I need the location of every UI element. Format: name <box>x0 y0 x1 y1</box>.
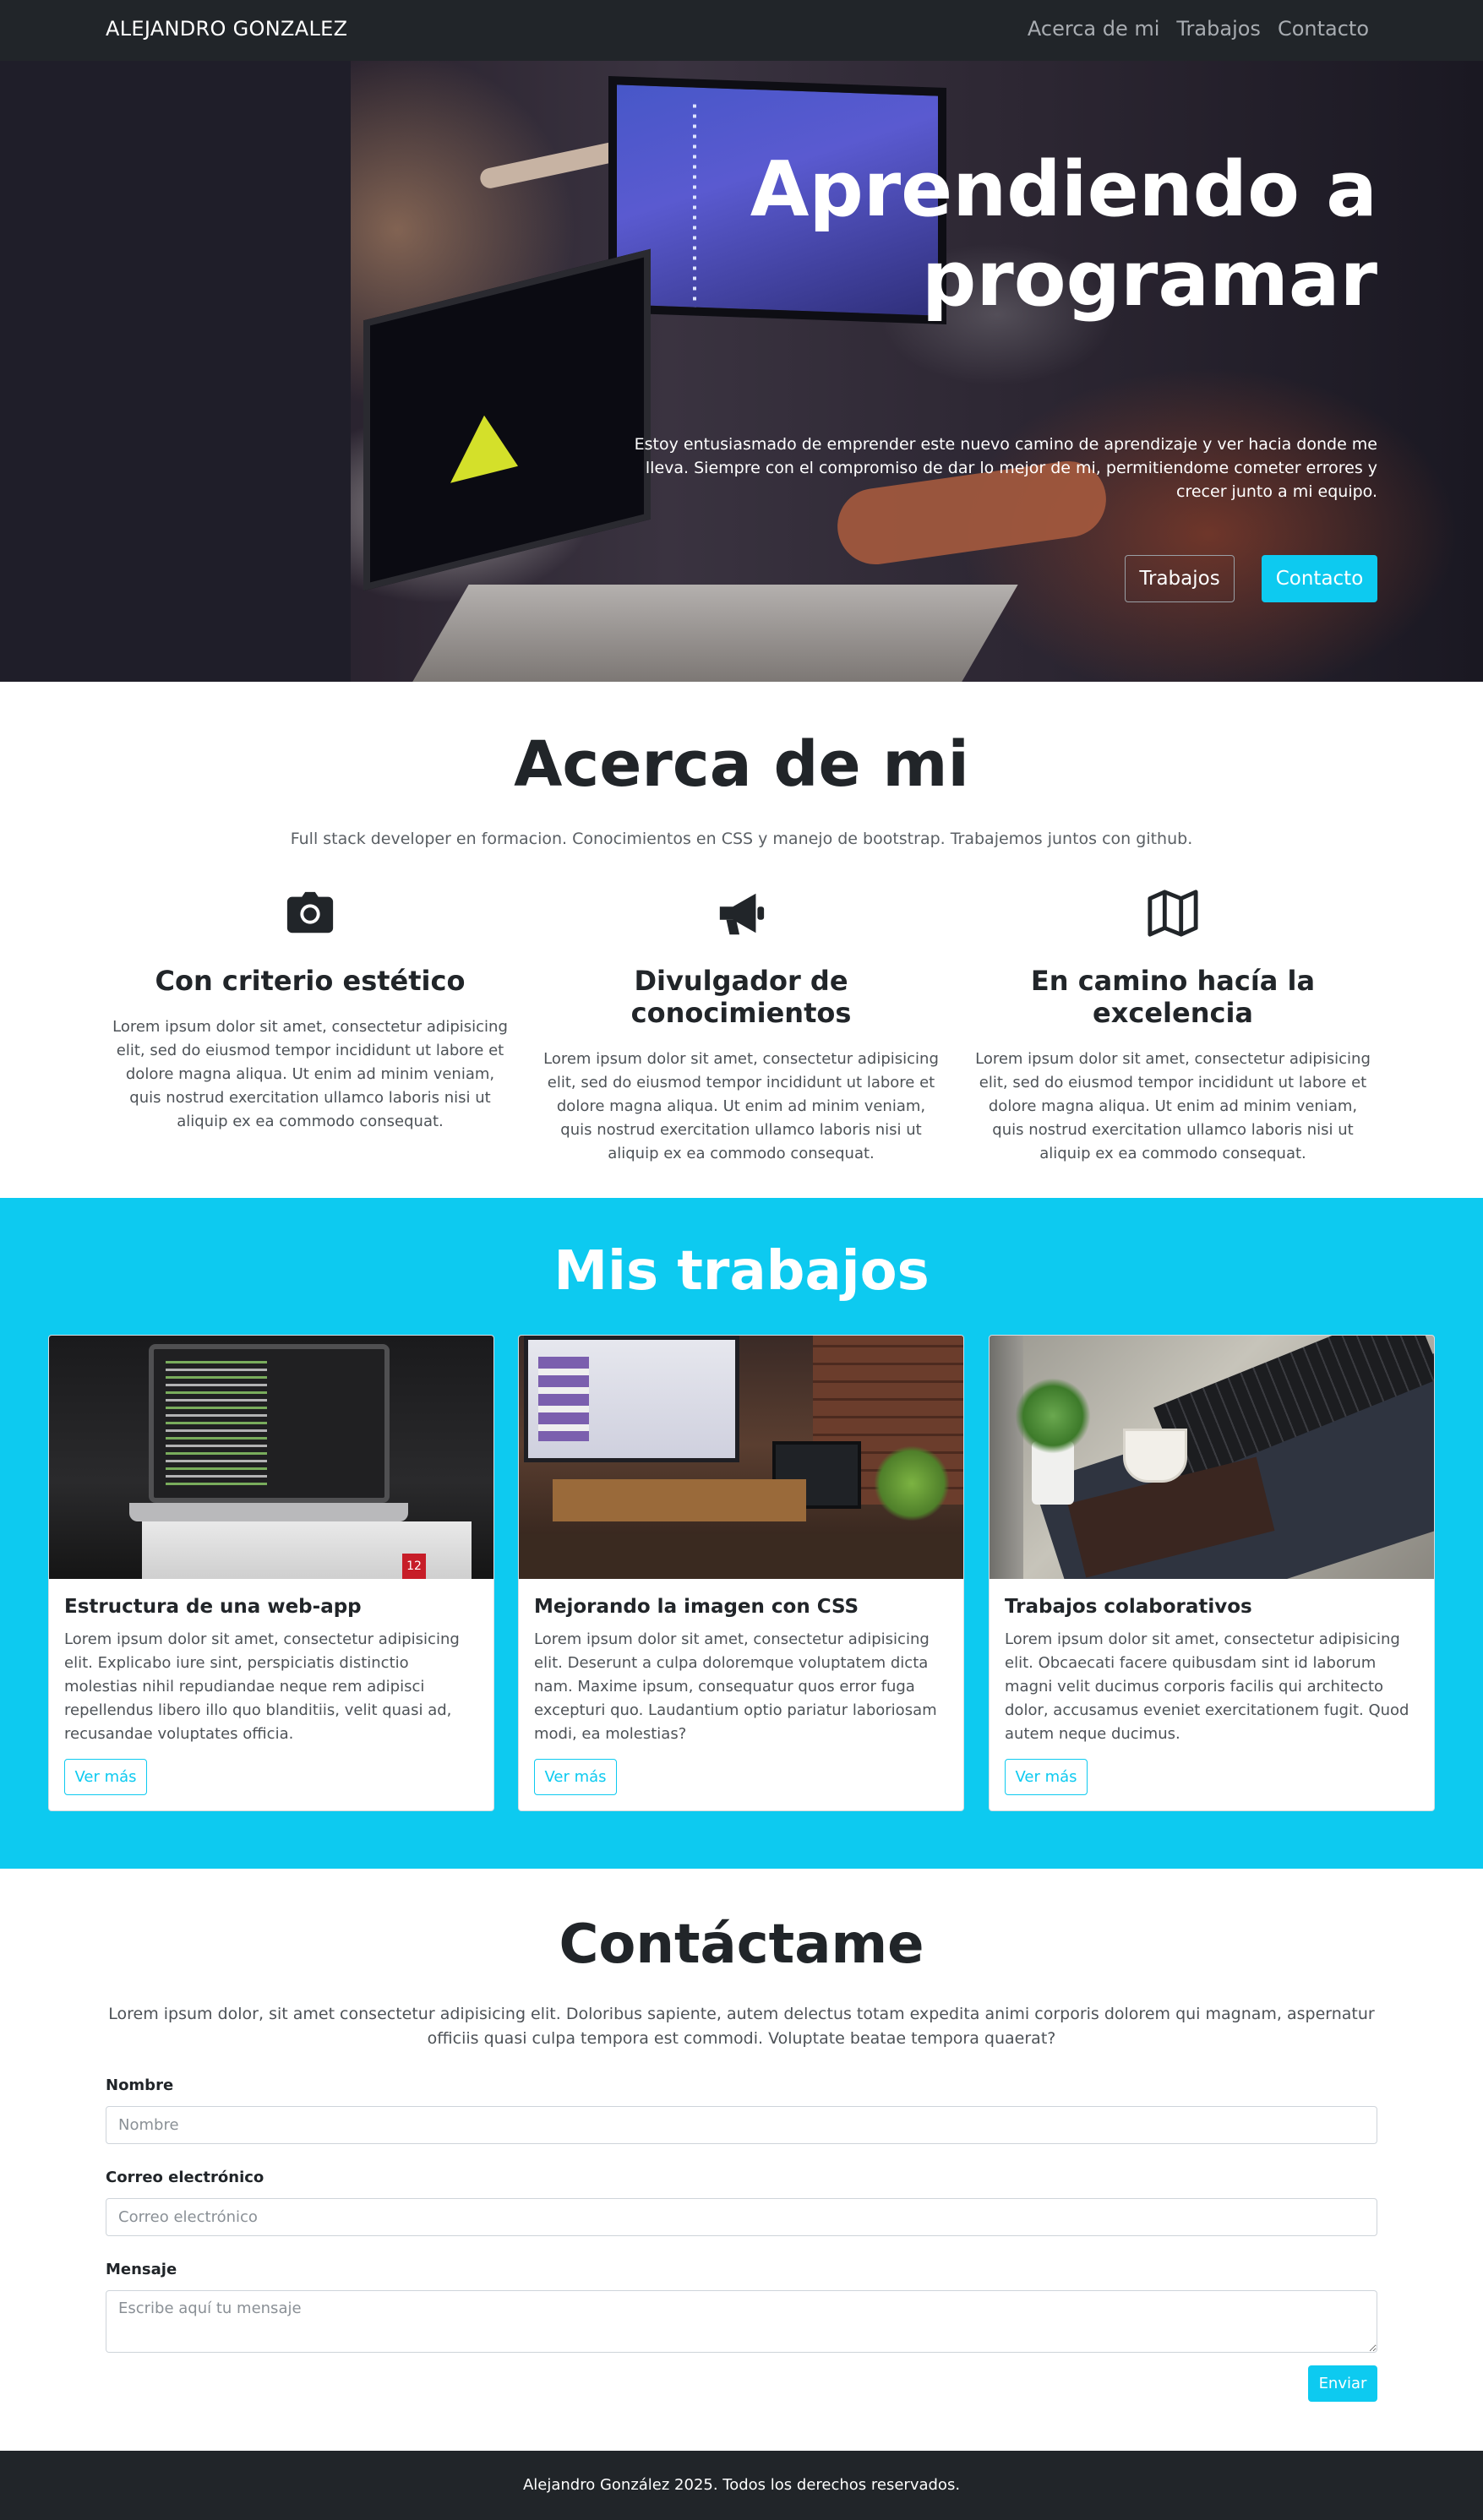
name-label: Nombre <box>106 2076 174 2094</box>
image-tag: 12 <box>402 1554 426 1579</box>
name-input[interactable] <box>106 2106 1377 2144</box>
about-lead: Full stack developer en formacion. Conoc… <box>290 830 1193 848</box>
footer: Alejandro González 2025. Todos los derec… <box>0 2451 1483 2520</box>
feature-text: Lorem ipsum dolor sit amet, consectetur … <box>112 1018 508 1130</box>
feature-title: Con criterio estético <box>155 965 466 997</box>
nav-links: Acerca de mi Trabajos Contacto <box>1028 17 1369 41</box>
map-icon <box>1147 887 1199 939</box>
email-label: Correo electrónico <box>106 2169 264 2186</box>
work-card-image: 12 <box>49 1336 493 1579</box>
feature-text: Lorem ipsum dolor sit amet, consectetur … <box>543 1050 939 1162</box>
message-textarea[interactable] <box>106 2290 1377 2353</box>
feature-aesthetic: Con criterio estético Lorem ipsum dolor … <box>103 887 517 1134</box>
submit-button[interactable]: Enviar <box>1308 2365 1377 2402</box>
work-card-title: Estructura de una web-app <box>64 1596 362 1618</box>
feature-title: En camino hacía la excelencia <box>1030 965 1316 1029</box>
nav-link-about[interactable]: Acerca de mi <box>1028 17 1160 41</box>
nav-link-contact[interactable]: Contacto <box>1278 17 1369 41</box>
feature-knowledge: Divulgador de conocimientos Lorem ipsum … <box>534 887 948 1166</box>
work-card-image <box>519 1336 963 1579</box>
nav-link-works[interactable]: Trabajos <box>1176 17 1261 41</box>
footer-copyright: Alejandro González 2025. Todos los derec… <box>522 2476 961 2494</box>
works-section: Mis trabajos 12 Estructura de una web-ap… <box>0 1198 1483 1869</box>
hero-title: Aprendiendo a programar <box>750 145 1377 324</box>
work-card-text: Lorem ipsum dolor sit amet, consectetur … <box>1005 1630 1409 1743</box>
hero-description: Estoy entusiasmado de emprender este nue… <box>634 435 1377 501</box>
feature-text: Lorem ipsum dolor sit amet, consectetur … <box>975 1050 1371 1162</box>
contact-title: Contáctame <box>559 1913 924 1976</box>
see-more-button[interactable]: Ver más <box>64 1759 147 1795</box>
work-card-title: Trabajos colaborativos <box>1005 1596 1252 1618</box>
message-label: Mensaje <box>106 2261 177 2278</box>
email-input[interactable] <box>106 2198 1377 2236</box>
works-title: Mis trabajos <box>553 1240 930 1303</box>
see-more-button[interactable]: Ver más <box>534 1759 617 1795</box>
work-card-title: Mejorando la imagen con CSS <box>534 1596 859 1618</box>
work-card: Mejorando la imagen con CSS Lorem ipsum … <box>518 1335 964 1811</box>
work-card: 12 Estructura de una web-app Lorem ipsum… <box>48 1335 494 1811</box>
feature-excellence: En camino hacía la excelencia Lorem ipsu… <box>966 887 1380 1166</box>
brand-logo[interactable]: ALEJANDRO GONZALEZ <box>106 17 347 41</box>
hero-works-button[interactable]: Trabajos <box>1125 555 1235 602</box>
hero-section: Aprendiendo a programar Estoy entusiasma… <box>0 61 1483 682</box>
camera-icon <box>284 887 336 939</box>
feature-title: Divulgador de conocimientos <box>630 965 852 1029</box>
contact-lead: Lorem ipsum dolor, sit amet consectetur … <box>108 2005 1375 2048</box>
work-card: Trabajos colaborativos Lorem ipsum dolor… <box>989 1335 1435 1811</box>
work-card-text: Lorem ipsum dolor sit amet, consectetur … <box>534 1630 937 1743</box>
see-more-button[interactable]: Ver más <box>1005 1759 1088 1795</box>
work-card-image <box>990 1336 1434 1579</box>
about-title: Acerca de mi <box>514 728 969 801</box>
hero-contact-button[interactable]: Contacto <box>1262 555 1377 602</box>
navbar: ALEJANDRO GONZALEZ Acerca de mi Trabajos… <box>0 0 1483 61</box>
megaphone-icon <box>715 887 767 939</box>
work-card-text: Lorem ipsum dolor sit amet, consectetur … <box>64 1630 460 1743</box>
